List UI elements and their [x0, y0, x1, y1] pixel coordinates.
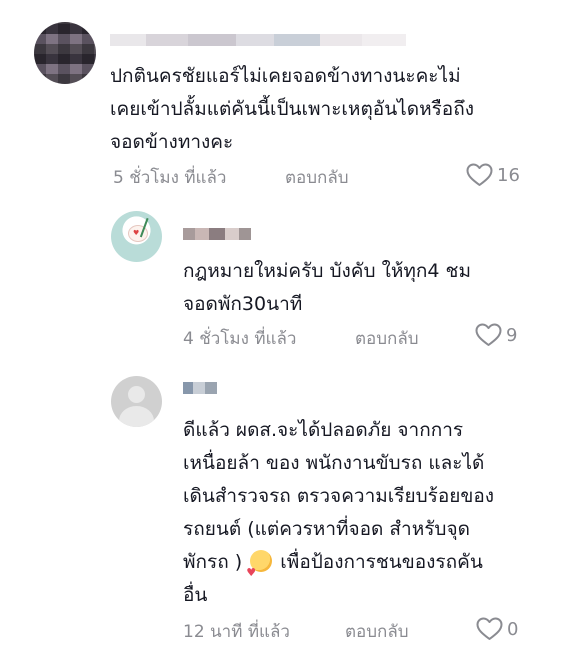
comment-line: เหนื่อยล้า ของ พนักงานขับรถ และได้ — [183, 452, 485, 474]
like-button[interactable]: 16 — [466, 163, 520, 187]
comment-line: พักรถ ) เพื่อป้องการชนของรถคัน — [183, 546, 494, 589]
comment-text: ดีแล้ว ผดส.จะได้ปลอดภัย จากการ เหนื่อยล้… — [183, 414, 494, 612]
reply-button[interactable]: ตอบกลับ — [285, 164, 349, 191]
like-count: 9 — [506, 324, 518, 346]
comment-line: ดีแล้ว ผดส.จะได้ปลอดภัย จากการ — [183, 419, 464, 441]
avatar[interactable]: ♥ — [111, 211, 162, 262]
avatar-default-head — [128, 386, 145, 403]
like-button[interactable]: 9 — [475, 323, 517, 347]
comment-timestamp: 4 ชั่วโมง ที่แล้ว — [183, 329, 297, 349]
comment-line: อื่น — [183, 584, 208, 606]
comment-line: จอดพัก30นาที — [183, 293, 303, 315]
smiling-face-with-hearts-icon — [246, 550, 273, 589]
like-count: 16 — [497, 164, 520, 186]
avatar-heart: ♥ — [133, 229, 140, 237]
avatar-leaf — [139, 217, 157, 241]
comment-line: เคยเข้าปลั้มแต่คันนี้เป็นเพาะเหตุอันไดหร… — [110, 98, 474, 120]
comment-line: เดินสำรวจรถ ตรวจความเรียบร้อยของ — [183, 485, 495, 507]
heart-icon — [476, 617, 503, 641]
comment-line-part: เพื่อป้องการชนของรถคัน — [280, 551, 483, 573]
comment-line: รถยนต์ (แต่ควรหาที่จอด สำหรับจุด — [183, 518, 470, 540]
comment-line: จอดข้างทางคะ — [110, 131, 234, 153]
comment-text: กฎหมายใหม่ครับ บังคับ ให้ทุก4 ชม จอดพัก3… — [183, 255, 471, 321]
comment-timestamp: 12 นาที ที่แล้ว — [183, 622, 290, 642]
like-count: 0 — [507, 618, 519, 640]
reply-button[interactable]: ตอบกลับ — [355, 325, 419, 352]
reply-button[interactable]: ตอบกลับ — [345, 618, 409, 645]
comment-timestamp: 5 ชั่วโมง ที่แล้ว — [113, 168, 227, 188]
avatar-default-body — [119, 406, 154, 427]
avatar[interactable] — [34, 22, 96, 84]
username-blurred[interactable] — [110, 34, 406, 46]
like-button[interactable]: 0 — [476, 617, 518, 641]
username-blurred[interactable] — [183, 382, 217, 394]
comment-line: ปกตินครชัยแอร์ไม่เคยจอดข้างทางนะคะไม่ — [110, 65, 461, 87]
username-blurred[interactable] — [183, 228, 251, 240]
avatar[interactable] — [111, 376, 162, 427]
heart-icon — [466, 163, 493, 187]
heart-icon — [475, 323, 502, 347]
comment-line-part: พักรถ ) — [183, 551, 243, 573]
comment-line: กฎหมายใหม่ครับ บังคับ ให้ทุก4 ชม — [183, 260, 471, 282]
comment-text: ปกตินครชัยแอร์ไม่เคยจอดข้างทางนะคะไม่ เค… — [110, 60, 474, 159]
